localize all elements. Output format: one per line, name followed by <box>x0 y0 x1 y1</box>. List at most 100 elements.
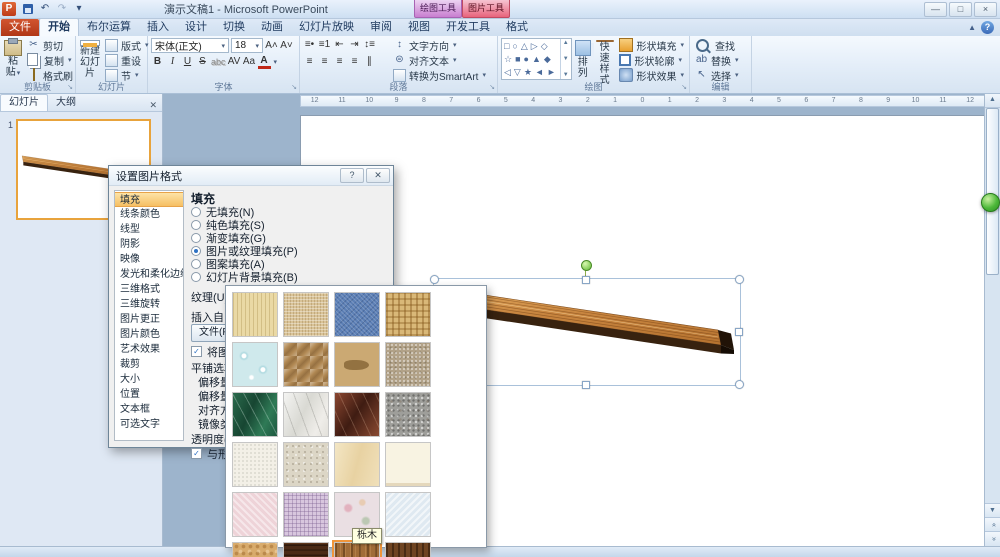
texture-swatch-walnut[interactable] <box>283 542 329 557</box>
tab-view[interactable]: 视图 <box>400 19 438 36</box>
grow-font-button[interactable]: A˄ <box>265 39 278 53</box>
tab-insert[interactable]: 插入 <box>139 19 177 36</box>
selection-handle-bottom[interactable] <box>582 381 590 389</box>
menu-picture-corrections[interactable]: 图片更正 <box>115 312 183 327</box>
next-slide-icon[interactable]: » <box>985 531 1000 547</box>
change-case-button[interactable]: Aa <box>243 55 256 69</box>
texture-swatch-granite[interactable] <box>385 392 431 437</box>
tab-outline[interactable]: 大纲 <box>48 95 84 111</box>
font-dialog-launcher[interactable]: ↘ <box>291 83 297 92</box>
text-shadow-button[interactable]: abc <box>211 55 226 69</box>
line-spacing-icon[interactable]: ↕≡ <box>363 38 376 52</box>
menu-line-style[interactable]: 线型 <box>115 222 183 237</box>
underline-button[interactable]: U <box>181 55 194 69</box>
menu-picture-color[interactable]: 图片颜色 <box>115 327 183 342</box>
cut-button[interactable]: ✂剪切 <box>25 38 75 52</box>
selection-handle-top-right[interactable] <box>735 275 744 284</box>
minimize-ribbon-icon[interactable]: ▲ <box>968 23 976 32</box>
columns-icon[interactable]: ∥ <box>363 55 376 69</box>
texture-swatch-brown-marble[interactable] <box>334 392 380 437</box>
fill-background-radio[interactable]: 幻灯片背景填充(B) <box>191 271 389 283</box>
copy-button[interactable]: 复制▾ <box>25 53 75 67</box>
tab-review[interactable]: 审阅 <box>362 19 400 36</box>
menu-reflection[interactable]: 映像 <box>115 252 183 267</box>
menu-shadow[interactable]: 阴影 <box>115 237 183 252</box>
texture-swatch-canvas[interactable] <box>283 292 329 337</box>
shape-effects-button[interactable]: 形状效果▾ <box>617 68 686 82</box>
increase-indent-icon[interactable]: ⇥ <box>348 38 361 52</box>
close-button[interactable]: × <box>974 2 997 17</box>
texture-swatch-pink-tissue[interactable] <box>232 492 278 537</box>
align-center-icon[interactable]: ≡ <box>318 55 331 69</box>
rotation-handle[interactable] <box>581 260 592 271</box>
text-direction-button[interactable]: ↕文字方向▾ <box>391 38 488 52</box>
reset-button[interactable]: 重设 <box>103 53 151 67</box>
texture-swatch-purple-mesh[interactable] <box>283 492 329 537</box>
texture-swatch-recycled-paper[interactable] <box>283 442 329 487</box>
find-button[interactable]: 查找 <box>693 38 748 52</box>
menu-fill[interactable]: 填充 <box>115 192 183 207</box>
scrollbar-thumb[interactable] <box>986 108 999 275</box>
character-spacing-button[interactable]: AV <box>228 55 241 69</box>
paste-button[interactable]: 粘贴▾ <box>3 38 23 81</box>
powerpoint-app-icon[interactable]: P <box>2 2 16 16</box>
tab-transitions[interactable]: 切换 <box>215 19 253 36</box>
maximize-button[interactable]: □ <box>949 2 972 17</box>
menu-position[interactable]: 位置 <box>115 387 183 402</box>
texture-swatch-fish-fossil[interactable] <box>334 342 380 387</box>
menu-size[interactable]: 大小 <box>115 372 183 387</box>
panel-close-icon[interactable]: ✕ <box>149 100 157 111</box>
shapes-more-icon[interactable]: ▼ <box>563 72 569 78</box>
menu-text-box[interactable]: 文本框 <box>115 402 183 417</box>
undo-icon[interactable]: ↶ <box>38 2 52 16</box>
format-painter-button[interactable]: 格式刷 <box>25 68 75 82</box>
arrange-button[interactable]: 排列 <box>574 38 592 81</box>
shapes-gallery[interactable]: □○△▷◇ ☆■●▲◆ ◁▽★◄► ▲▼▼ <box>501 38 572 80</box>
menu-line-color[interactable]: 线条颜色 <box>115 207 183 222</box>
shape-fill-button[interactable]: 形状填充▾ <box>617 38 686 52</box>
menu-3d-format[interactable]: 三维格式 <box>115 282 183 297</box>
texture-swatch-white-marble[interactable] <box>283 392 329 437</box>
font-size-combo[interactable]: 18▾ <box>231 38 263 53</box>
numbering-icon[interactable]: ≡1 <box>318 38 331 52</box>
texture-swatch-medium-wood[interactable] <box>385 542 431 557</box>
align-text-button[interactable]: ⊜对齐文本▾ <box>391 53 488 67</box>
tab-boolean-ops[interactable]: 布尔运算 <box>79 19 139 36</box>
contextual-header-picture-tools[interactable]: 图片工具 <box>462 0 510 18</box>
decrease-indent-icon[interactable]: ⇤ <box>333 38 346 52</box>
texture-swatch-white-tissue[interactable] <box>385 492 431 537</box>
shapes-gallery-scroll[interactable]: ▲▼▼ <box>560 39 571 79</box>
font-color-button[interactable]: A <box>258 55 271 69</box>
menu-crop[interactable]: 裁剪 <box>115 357 183 372</box>
texture-swatch-cork[interactable] <box>232 542 278 557</box>
align-right-icon[interactable]: ≡ <box>333 55 346 69</box>
shape-outline-button[interactable]: 形状轮廓▾ <box>617 53 686 67</box>
font-name-combo[interactable]: 宋体(正文)▾ <box>151 38 229 53</box>
texture-swatch-green-marble[interactable] <box>232 392 278 437</box>
menu-glow-soft-edges[interactable]: 发光和柔化边缘 <box>115 267 183 282</box>
tab-slides-thumbnails[interactable]: 幻灯片 <box>0 94 48 111</box>
dropdown-arrow-icon[interactable]: ▾ <box>274 58 278 66</box>
texture-swatch-parchment[interactable] <box>334 442 380 487</box>
texture-swatch-newsprint[interactable] <box>232 442 278 487</box>
tab-format[interactable]: 格式 <box>498 19 536 36</box>
menu-artistic-effects[interactable]: 艺术效果 <box>115 342 183 357</box>
shapes-scroll-up-icon[interactable]: ▲ <box>563 40 569 46</box>
shrink-font-button[interactable]: A˅ <box>280 39 293 53</box>
texture-swatch-sand[interactable] <box>385 342 431 387</box>
selection-handle-right[interactable] <box>735 328 743 336</box>
redo-icon[interactable]: ↷ <box>55 2 69 16</box>
save-icon[interactable] <box>21 2 35 16</box>
clipboard-dialog-launcher[interactable]: ↘ <box>67 83 73 92</box>
justify-icon[interactable]: ≡ <box>348 55 361 69</box>
section-button[interactable]: 节▾ <box>103 68 151 82</box>
italic-button[interactable]: I <box>166 55 179 69</box>
dialog-help-icon[interactable]: ? <box>340 168 364 183</box>
texture-swatch-denim[interactable] <box>334 292 380 337</box>
align-left-icon[interactable]: ≡ <box>303 55 316 69</box>
selection-handle-top[interactable] <box>582 276 590 284</box>
contextual-header-drawing-tools[interactable]: 绘图工具 <box>414 0 462 18</box>
scroll-up-icon[interactable]: ▲ <box>985 93 1000 108</box>
texture-swatch-paper-bag[interactable] <box>283 342 329 387</box>
select-button[interactable]: ↖选择▾ <box>693 68 748 82</box>
